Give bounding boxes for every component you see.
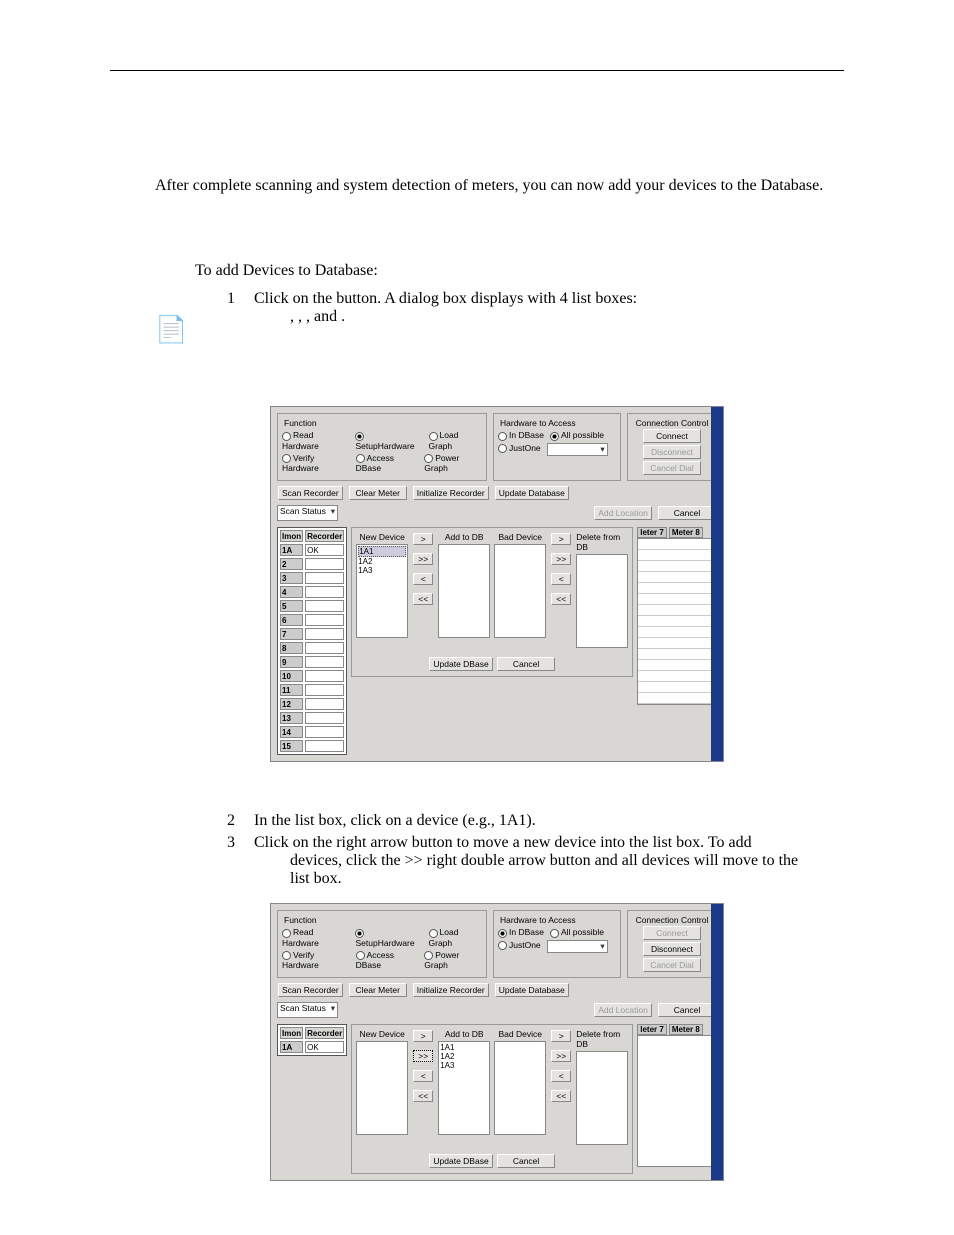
clear-meter-button[interactable]: Clear Meter (349, 486, 407, 500)
add-to-db-list[interactable] (438, 544, 490, 638)
delete-from-db-list[interactable] (576, 554, 628, 648)
cancel-dial-button: Cancel Dial (643, 461, 701, 475)
move-left-button[interactable]: < (413, 573, 433, 585)
cancel-dial-button: Cancel Dial (643, 958, 701, 972)
radio-read-hw[interactable]: Read Hardware (282, 430, 349, 450)
delete-from-db-list[interactable] (576, 1051, 628, 1145)
step-1-cont: , , , and . (290, 308, 844, 326)
move-all-left-button[interactable]: << (413, 1090, 433, 1102)
radio-power-graph[interactable]: Power Graph (424, 950, 482, 970)
cancel-top-button[interactable]: Cancel (658, 506, 716, 520)
clear-meter-button[interactable]: Clear Meter (349, 983, 407, 997)
right-meter-cols: leter 7 Meter 8 (637, 527, 719, 705)
add-location-button: Add Location (594, 1003, 652, 1017)
add-location-button: Add Location (594, 506, 652, 520)
function-group: Function Read Hardware SetupHardware Loa… (277, 910, 487, 978)
radio-just-one[interactable]: JustOne (498, 443, 541, 456)
move-right-button[interactable]: > (413, 533, 433, 545)
bad-move-right-button[interactable]: > (551, 533, 571, 545)
screenshot-1: Function Read Hardware SetupHardware Loa… (270, 406, 724, 762)
step-3-cont: devices, click the >> right double arrow… (290, 852, 844, 870)
bad-move-all-left-button[interactable]: << (551, 593, 571, 605)
radio-access-db[interactable]: Access DBase (356, 453, 419, 473)
step-2: 2 In the list box, click on a device (e.… (195, 812, 844, 830)
radio-setup-hw[interactable]: SetupHardware (355, 430, 422, 450)
step-3-cont2: list box. (290, 870, 844, 888)
scan-status-select[interactable]: Scan Status (277, 505, 338, 521)
bluebar (711, 904, 723, 1180)
disconnect-button: Disconnect (643, 445, 701, 459)
note-icon: 📄 (155, 315, 187, 345)
bad-device-list[interactable] (494, 1041, 546, 1135)
screenshot-2: Function Read Hardware SetupHardware Loa… (270, 903, 724, 1181)
radio-setup-hw[interactable]: SetupHardware (355, 927, 422, 947)
step-1: 1 Click on the button. A dialog box disp… (195, 290, 844, 308)
connect-button[interactable]: Connect (643, 429, 701, 443)
right-meter-cols: leter 7 Meter 8 (637, 1024, 719, 1167)
cancel-button[interactable]: Cancel (497, 657, 555, 671)
step-3: 3 Click on the right arrow button to mov… (195, 834, 844, 852)
move-all-right-button[interactable]: >> (413, 1050, 433, 1062)
radio-access-db[interactable]: Access DBase (356, 950, 419, 970)
initialize-recorder-button[interactable]: Initialize Recorder (413, 983, 489, 997)
move-all-left-button[interactable]: << (413, 593, 433, 605)
intro-paragraph: After complete scanning and system detec… (155, 175, 844, 197)
radio-verify-hw[interactable]: Verify Hardware (282, 950, 350, 970)
left-grid: ImonRecorder 1AOK 2 3 4 5 6 7 8 9 10 11 … (277, 527, 347, 755)
disconnect-button[interactable]: Disconnect (643, 942, 701, 956)
device-panel: New Device > >> < << Add to DB (351, 1024, 633, 1174)
radio-all-possible[interactable]: All possible (550, 430, 604, 440)
move-left-button[interactable]: < (413, 1070, 433, 1082)
cancel-button[interactable]: Cancel (497, 1154, 555, 1168)
radio-verify-hw[interactable]: Verify Hardware (282, 453, 350, 473)
justone-select[interactable] (547, 443, 608, 456)
connection-group: Connection Control Connect Disconnect Ca… (627, 413, 717, 481)
radio-load-graph[interactable]: Load Graph (429, 927, 482, 947)
justone-select[interactable] (547, 940, 608, 953)
update-database-button[interactable]: Update Database (495, 983, 569, 997)
new-device-list[interactable] (356, 1041, 408, 1135)
bad-move-all-right-button[interactable]: >> (551, 1050, 571, 1062)
bad-move-all-right-button[interactable]: >> (551, 553, 571, 565)
bad-move-left-button[interactable]: < (551, 573, 571, 585)
radio-in-dbase[interactable]: In DBase (498, 430, 544, 440)
bluebar (711, 407, 723, 761)
connect-button: Connect (643, 926, 701, 940)
add-to-db-list[interactable]: 1A1 1A2 1A3 (438, 1041, 490, 1135)
new-device-list[interactable]: 1A1 1A2 1A3 (356, 544, 408, 638)
bad-move-right-button[interactable]: > (551, 1030, 571, 1042)
radio-read-hw[interactable]: Read Hardware (282, 927, 349, 947)
bad-device-list[interactable] (494, 544, 546, 638)
move-all-right-button[interactable]: >> (413, 553, 433, 565)
update-dbase-button[interactable]: Update DBase (429, 657, 492, 671)
scan-status-select[interactable]: Scan Status (277, 1002, 338, 1018)
initialize-recorder-button[interactable]: Initialize Recorder (413, 486, 489, 500)
connection-group: Connection Control Connect Disconnect Ca… (627, 910, 717, 978)
device-panel: New Device 1A1 1A2 1A3 > >> < (351, 527, 633, 677)
bad-move-left-button[interactable]: < (551, 1070, 571, 1082)
bad-move-all-left-button[interactable]: << (551, 1090, 571, 1102)
left-grid: ImonRecorder 1AOK (277, 1024, 347, 1056)
scan-recorder-button[interactable]: Scan Recorder (278, 486, 343, 500)
update-database-button[interactable]: Update Database (495, 486, 569, 500)
radio-power-graph[interactable]: Power Graph (424, 453, 482, 473)
update-dbase-button[interactable]: Update DBase (429, 1154, 492, 1168)
radio-all-possible[interactable]: All possible (550, 927, 604, 937)
radio-in-dbase[interactable]: In DBase (498, 927, 544, 937)
cancel-top-button[interactable]: Cancel (658, 1003, 716, 1017)
hardware-group: Hardware to Access In DBase All possible… (493, 910, 621, 978)
radio-load-graph[interactable]: Load Graph (429, 430, 482, 450)
function-group: Function Read Hardware SetupHardware Loa… (277, 413, 487, 481)
move-right-button[interactable]: > (413, 1030, 433, 1042)
hardware-group: Hardware to Access In DBase All possible… (493, 413, 621, 481)
procedure-heading: To add Devices to Database: (195, 262, 844, 280)
radio-just-one[interactable]: JustOne (498, 940, 541, 953)
scan-recorder-button[interactable]: Scan Recorder (278, 983, 343, 997)
intro-text: After complete scanning and system detec… (155, 177, 823, 194)
